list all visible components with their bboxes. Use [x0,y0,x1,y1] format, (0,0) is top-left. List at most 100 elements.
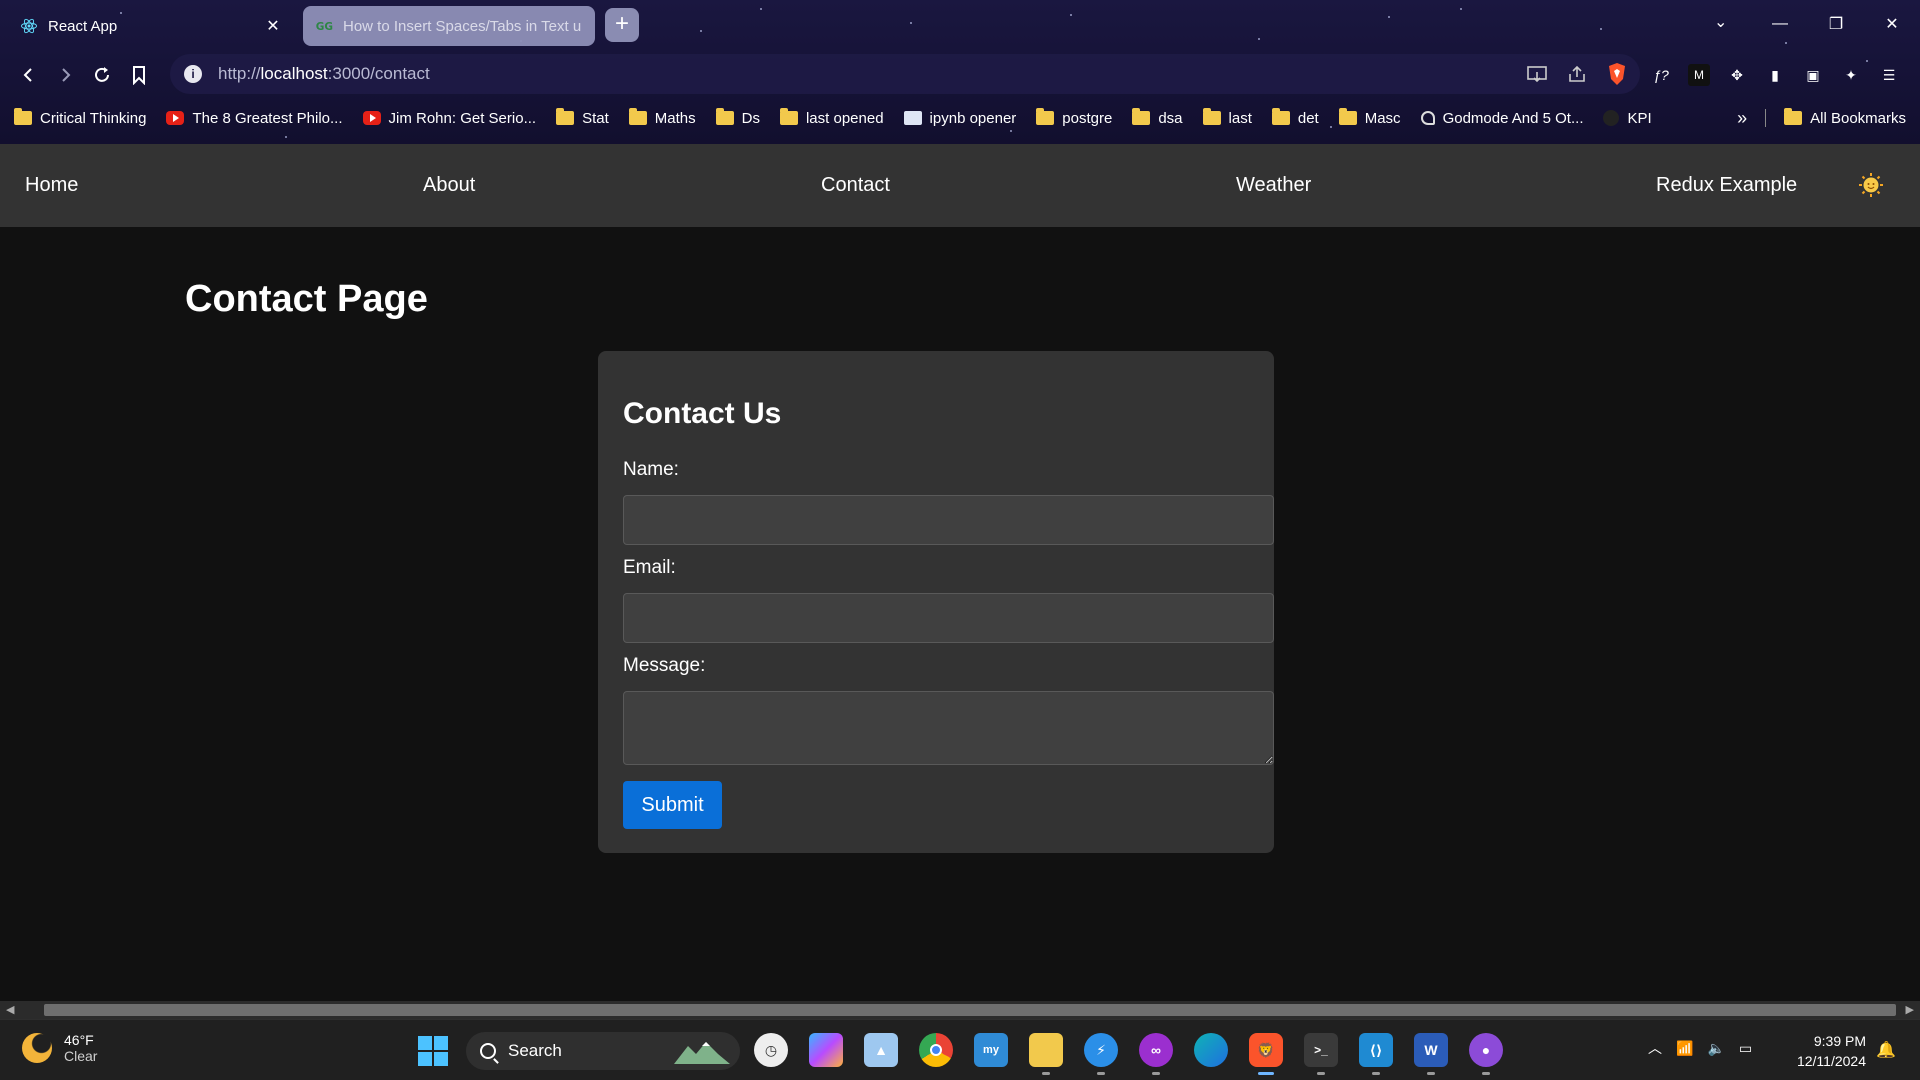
scroll-left-icon[interactable]: ◀ [6,1003,14,1016]
window-controls: — ❐ ✕ [1752,0,1920,48]
chrome-icon[interactable] [919,1033,953,1067]
submit-button[interactable]: Submit [623,781,722,829]
bookmark-item[interactable]: Ds [715,108,760,127]
formula-extension-icon[interactable]: ƒ? [1650,64,1672,86]
tab-search-chevron-icon[interactable]: ⌄ [1714,12,1727,32]
bookmarks-bar: Critical Thinking The 8 Greatest Philo..… [0,104,1920,132]
system-clock[interactable]: 9:39 PM 12/11/2024 [1788,1031,1866,1071]
tab-title: How to Insert Spaces/Tabs in Text u [343,17,582,35]
name-label: Name: [623,459,679,480]
weather-temperature: 46°F [64,1032,94,1048]
folder-icon [556,108,575,125]
new-tab-button[interactable]: + [605,8,639,42]
minimize-icon[interactable]: — [1752,0,1808,48]
clock-app-icon[interactable]: ◷ [754,1033,788,1067]
medium-extension-icon[interactable]: M [1688,64,1710,86]
bookmark-item[interactable]: dsa [1132,108,1183,127]
photos-icon[interactable]: ▲ [864,1033,898,1067]
extension-icons: ƒ? M ✥ ▮ ▣ ✦ ☰ [1650,64,1900,86]
tab-geeks-article[interactable]: GG How to Insert Spaces/Tabs in Text u [303,6,595,46]
bookmark-item[interactable]: last opened [779,108,884,127]
contact-form: Contact Us Name: Email: Message: Submit [598,351,1274,853]
bookmark-item[interactable]: ipynb opener [903,110,1016,127]
bookmark-item[interactable]: postgre [1036,108,1112,127]
bookmark-item[interactable]: KPI [1603,110,1652,127]
nav-link-weather[interactable]: Weather [1236,174,1311,197]
github-desktop-icon[interactable]: ● [1469,1033,1503,1075]
leo-ai-icon[interactable]: ✦ [1840,64,1862,86]
bookmark-item[interactable]: Masc [1338,108,1401,127]
close-window-icon[interactable]: ✕ [1864,0,1920,48]
bookmark-item[interactable]: det [1271,108,1319,127]
bookmarks-overflow-button[interactable]: » [1737,108,1747,129]
scroll-right-icon[interactable]: ▶ [1906,1003,1914,1016]
battery-icon[interactable]: ▭ [1739,1040,1752,1057]
terminal-icon[interactable]: >_ [1304,1033,1338,1075]
close-tab-icon[interactable]: ✕ [262,16,284,36]
windows-start-icon[interactable] [418,1036,448,1066]
site-info-icon[interactable]: i [184,65,202,83]
bookmark-item[interactable]: Critical Thinking [14,108,146,127]
browser-chrome: React App ✕ GG How to Insert Spaces/Tabs… [0,0,1920,144]
vscode-icon[interactable]: ⟨⟩ [1359,1033,1393,1075]
horizontal-scrollbar[interactable]: ◀ ▶ [0,1001,1920,1019]
bookmark-item[interactable]: Jim Rohn: Get Serio... [362,110,536,127]
restore-icon[interactable]: ❐ [1808,0,1864,48]
messenger-icon[interactable]: ⚡ [1084,1033,1118,1075]
forward-arrow-icon[interactable] [50,60,80,90]
back-arrow-icon[interactable] [14,60,44,90]
nav-link-contact[interactable]: Contact [821,174,890,197]
wifi-icon[interactable]: 📶 [1676,1040,1693,1057]
email-label: Email: [623,557,676,578]
wallet-icon[interactable]: ▣ [1802,64,1824,86]
edge-icon[interactable] [1194,1033,1228,1067]
file-explorer-icon[interactable] [1029,1033,1063,1075]
address-bar[interactable]: i http://localhost:3000/contact [170,54,1640,94]
email-input[interactable] [623,593,1274,643]
bookmark-item[interactable]: Stat [556,108,609,127]
mysql-workbench-icon[interactable]: my [974,1033,1008,1067]
folder-icon [715,108,734,125]
scrollbar-thumb[interactable] [44,1004,1896,1016]
search-placeholder: Search [508,1041,562,1060]
all-bookmarks-button[interactable]: All Bookmarks [1810,110,1906,127]
tab-react-app[interactable]: React App ✕ [8,6,296,46]
youtube-icon [362,111,381,125]
bookmark-item[interactable]: The 8 Greatest Philo... [166,110,343,127]
form-title: Contact Us [623,397,782,430]
url-text[interactable]: http://localhost:3000/contact [218,64,430,84]
bookmark-item[interactable]: last [1202,108,1252,127]
bookmark-icon[interactable] [124,60,154,90]
name-input[interactable] [623,495,1274,545]
copilot-icon[interactable] [809,1033,843,1067]
taskbar-search[interactable]: Search [466,1032,740,1070]
extensions-puzzle-icon[interactable]: ✥ [1726,64,1748,86]
share-icon[interactable] [1566,64,1588,84]
brave-browser-icon[interactable]: 🦁 [1249,1033,1283,1075]
nav-link-home[interactable]: Home [25,174,78,197]
react-icon [21,18,37,34]
nav-link-about[interactable]: About [423,174,475,197]
taskbar-apps: ◷ ▲ my ⚡ ∞ 🦁 >_ ⟨⟩ W ● [754,1033,1524,1075]
install-app-icon[interactable] [1526,64,1548,84]
browser-menu-icon[interactable]: ☰ [1878,64,1900,86]
weather-description: Clear [64,1048,98,1064]
notifications-bell-icon[interactable]: 🔔 [1876,1040,1896,1060]
sidebar-toggle-icon[interactable]: ▮ [1764,64,1786,86]
masked-app-icon[interactable]: ∞ [1139,1033,1173,1075]
word-icon[interactable]: W [1414,1033,1448,1075]
windows-taskbar: 46°F Clear Search ◷ ▲ my ⚡ ∞ 🦁 >_ ⟨⟩ W ●… [0,1019,1920,1080]
reload-icon[interactable] [87,60,117,90]
folder-icon [14,108,32,125]
weather-widget[interactable]: 46°F Clear [22,1032,97,1064]
tray-overflow-chevron-icon[interactable]: ︿ [1648,1038,1662,1058]
folder-icon [1036,108,1055,125]
bookmark-item[interactable]: Godmode And 5 Ot... [1420,110,1583,127]
nav-link-redux-example[interactable]: Redux Example [1656,174,1797,197]
volume-icon[interactable]: 🔈 [1707,1040,1724,1057]
folder-icon [1271,108,1290,125]
sun-theme-toggle-icon[interactable] [1858,172,1884,198]
bookmark-item[interactable]: Maths [628,108,696,127]
brave-shields-icon[interactable] [1606,62,1628,86]
message-textarea[interactable] [623,691,1274,765]
